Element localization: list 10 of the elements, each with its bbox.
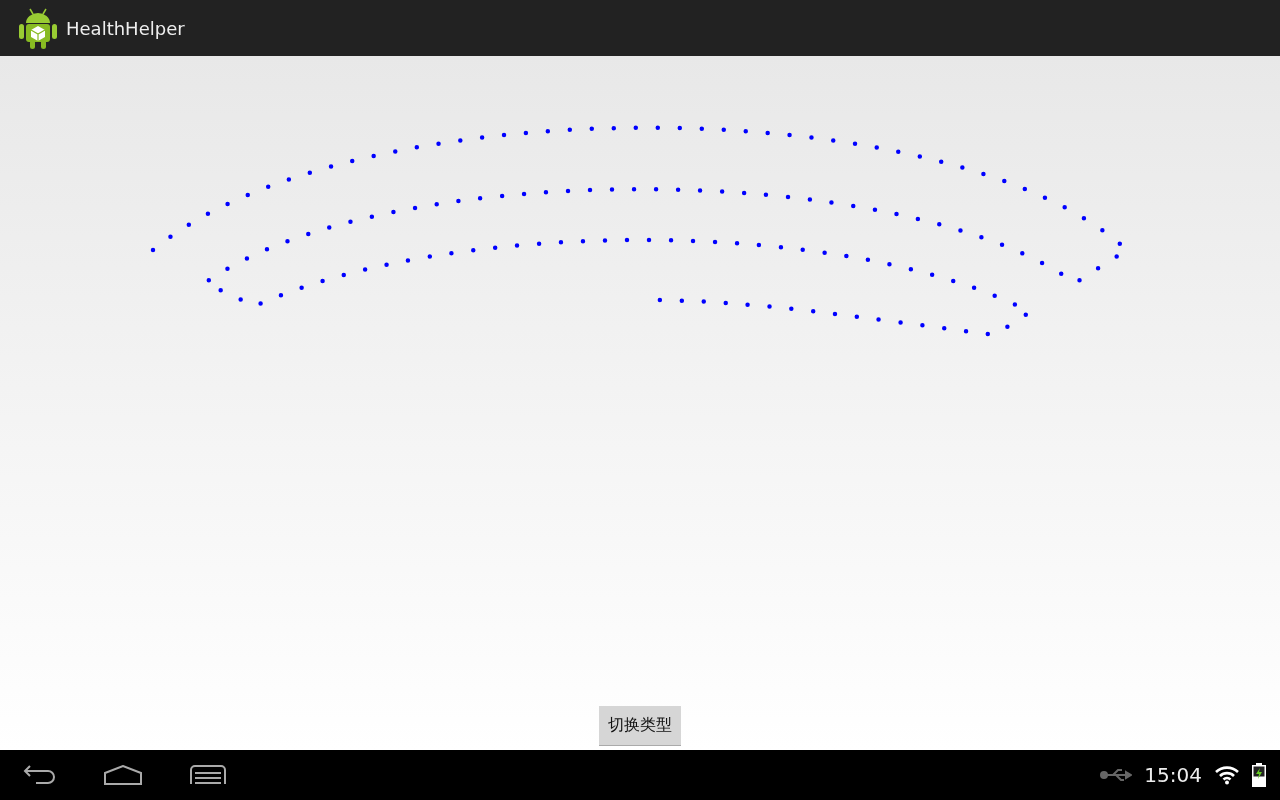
app-title: HealthHelper — [66, 17, 185, 39]
back-icon[interactable] — [22, 765, 56, 785]
android-robot-icon[interactable] — [18, 6, 58, 50]
home-icon[interactable] — [104, 765, 142, 785]
recent-apps-icon[interactable] — [190, 765, 226, 785]
battery-charging-icon — [1252, 763, 1266, 787]
usb-icon — [1100, 768, 1133, 782]
switch-type-button[interactable]: 切换类型 — [599, 706, 681, 746]
wifi-icon — [1214, 765, 1240, 785]
clock-time: 15:04 — [1144, 763, 1202, 787]
